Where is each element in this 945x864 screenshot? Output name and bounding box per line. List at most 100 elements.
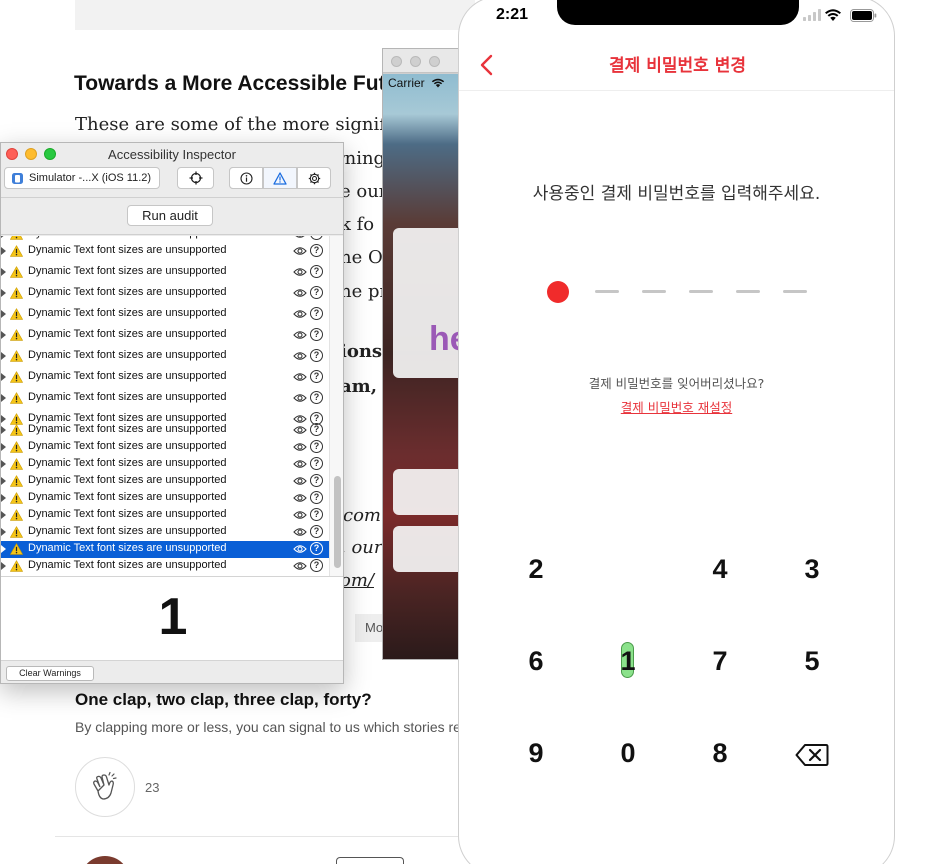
- eye-icon[interactable]: [293, 441, 307, 453]
- warning-row[interactable]: Dynamic Text font sizes are unsupported?: [1, 507, 329, 524]
- eye-icon[interactable]: [293, 287, 307, 299]
- follow-button[interactable]: [336, 857, 404, 864]
- warning-row[interactable]: Dynamic Text font sizes are unsupported?: [1, 541, 329, 558]
- inspection-pointer-button[interactable]: [177, 167, 214, 189]
- warning-row[interactable]: Dynamic Text font sizes are unsupported?: [1, 439, 329, 456]
- scrollbar-thumb[interactable]: [334, 476, 341, 568]
- eye-icon[interactable]: [293, 329, 307, 341]
- disclosure-triangle-icon[interactable]: [1, 352, 6, 360]
- close-button[interactable]: [391, 56, 402, 67]
- keypad-key[interactable]: 0: [598, 731, 658, 775]
- inspector-titlebar[interactable]: Accessibility Inspector: [1, 143, 343, 165]
- eye-icon[interactable]: [293, 392, 307, 404]
- eye-icon[interactable]: [293, 245, 307, 257]
- target-selector[interactable]: Simulator -...X (iOS 11.2): [4, 167, 160, 189]
- eye-icon[interactable]: [293, 560, 307, 572]
- warning-row[interactable]: Dynamic Text font sizes are unsupported?: [1, 264, 329, 281]
- warning-list-scrollbar[interactable]: [329, 236, 343, 576]
- accessibility-inspector-window[interactable]: Accessibility Inspector Simulator -...X …: [0, 142, 344, 684]
- article-link[interactable]: om/: [340, 570, 374, 591]
- disclosure-triangle-icon[interactable]: [1, 310, 6, 318]
- help-icon[interactable]: ?: [310, 265, 323, 278]
- help-icon[interactable]: ?: [310, 286, 323, 299]
- disclosure-triangle-icon[interactable]: [1, 528, 6, 536]
- help-icon[interactable]: ?: [310, 559, 323, 572]
- disclosure-triangle-icon[interactable]: [1, 331, 6, 339]
- more-button[interactable]: Mo: [355, 614, 385, 642]
- inspection-tab[interactable]: [229, 167, 263, 189]
- keypad-key[interactable]: 3: [782, 547, 842, 591]
- help-icon[interactable]: ?: [310, 244, 323, 257]
- clear-warnings-button[interactable]: Clear Warnings: [6, 666, 94, 681]
- disclosure-triangle-icon[interactable]: [1, 289, 6, 297]
- clap-button[interactable]: [75, 757, 135, 817]
- disclosure-triangle-icon[interactable]: [1, 426, 6, 434]
- help-icon[interactable]: ?: [310, 370, 323, 383]
- warning-row[interactable]: Dynamic Text font sizes are unsupported?: [1, 473, 329, 490]
- eye-icon[interactable]: [293, 308, 307, 320]
- disclosure-triangle-icon[interactable]: [1, 443, 6, 451]
- warning-row[interactable]: Dynamic Text font sizes are unsupported?: [1, 490, 329, 507]
- disclosure-triangle-icon[interactable]: [1, 373, 6, 381]
- eye-icon[interactable]: [293, 424, 307, 436]
- simulator-input[interactable]: [393, 469, 461, 515]
- eye-icon[interactable]: [293, 475, 307, 487]
- warning-row[interactable]: Dynamic Text font sizes are unsupported?: [1, 524, 329, 541]
- keypad-key[interactable]: 2: [506, 547, 566, 591]
- disclosure-triangle-icon[interactable]: [1, 460, 6, 468]
- help-icon[interactable]: ?: [310, 440, 323, 453]
- disclosure-triangle-icon[interactable]: [1, 562, 6, 570]
- eye-icon[interactable]: [293, 371, 307, 383]
- keypad-key[interactable]: 9: [506, 731, 566, 775]
- warning-row[interactable]: Dynamic Text font sizes are unsupported?: [1, 236, 329, 243]
- warning-row[interactable]: Dynamic Text font sizes are unsupported?: [1, 243, 329, 260]
- simulator-titlebar[interactable]: [383, 49, 461, 73]
- disclosure-triangle-icon[interactable]: [1, 511, 6, 519]
- warning-row[interactable]: Dynamic Text font sizes are unsupported?: [1, 422, 329, 439]
- reset-pin-link[interactable]: 결제 비밀번호 재설정: [459, 397, 894, 416]
- eye-icon[interactable]: [293, 236, 307, 240]
- warning-row[interactable]: Dynamic Text font sizes are unsupported?: [1, 327, 329, 344]
- delete-key[interactable]: [782, 731, 842, 775]
- simulator-input[interactable]: [393, 526, 461, 572]
- disclosure-triangle-icon[interactable]: [1, 236, 6, 238]
- warning-row[interactable]: Dynamic Text font sizes are unsupported?: [1, 285, 329, 302]
- help-icon[interactable]: ?: [310, 349, 323, 362]
- disclosure-triangle-icon[interactable]: [1, 268, 6, 276]
- help-icon[interactable]: ?: [310, 457, 323, 470]
- help-icon[interactable]: ?: [310, 508, 323, 521]
- eye-icon[interactable]: [293, 509, 307, 521]
- warning-row[interactable]: Dynamic Text font sizes are unsupported?: [1, 390, 329, 407]
- keypad-key[interactable]: 6: [506, 639, 566, 683]
- help-icon[interactable]: ?: [310, 236, 323, 240]
- author-name[interactable]: [148, 857, 298, 864]
- settings-tab[interactable]: [297, 167, 331, 189]
- keypad-key[interactable]: 5: [782, 639, 842, 683]
- disclosure-triangle-icon[interactable]: [1, 545, 6, 553]
- audit-tab[interactable]: [263, 167, 297, 189]
- help-icon[interactable]: ?: [310, 328, 323, 341]
- help-icon[interactable]: ?: [310, 542, 323, 555]
- help-icon[interactable]: ?: [310, 423, 323, 436]
- disclosure-triangle-icon[interactable]: [1, 494, 6, 502]
- warning-row[interactable]: Dynamic Text font sizes are unsupported?: [1, 558, 329, 575]
- iphone-screen[interactable]: 2:21 결제 비밀번호 변경 사용중인 결제 비밀번호를 입력해주세요. 결제…: [458, 0, 895, 864]
- eye-icon[interactable]: [293, 458, 307, 470]
- eye-icon[interactable]: [293, 543, 307, 555]
- eye-icon[interactable]: [293, 492, 307, 504]
- run-audit-button[interactable]: Run audit: [127, 205, 213, 226]
- eye-icon[interactable]: [293, 526, 307, 538]
- eye-icon[interactable]: [293, 266, 307, 278]
- warning-row[interactable]: Dynamic Text font sizes are unsupported?: [1, 348, 329, 365]
- help-icon[interactable]: ?: [310, 525, 323, 538]
- eye-icon[interactable]: [293, 350, 307, 362]
- disclosure-triangle-icon[interactable]: [1, 394, 6, 402]
- keypad-key[interactable]: 1: [598, 639, 658, 683]
- warning-row[interactable]: Dynamic Text font sizes are unsupported?: [1, 306, 329, 323]
- warning-list[interactable]: Dynamic Text font sizes are unsupported?…: [1, 236, 329, 576]
- help-icon[interactable]: ?: [310, 391, 323, 404]
- keypad-key[interactable]: 8: [690, 731, 750, 775]
- help-icon[interactable]: ?: [310, 307, 323, 320]
- keypad-key[interactable]: 4: [690, 547, 750, 591]
- simulator-window[interactable]: Carrier he: [382, 48, 462, 660]
